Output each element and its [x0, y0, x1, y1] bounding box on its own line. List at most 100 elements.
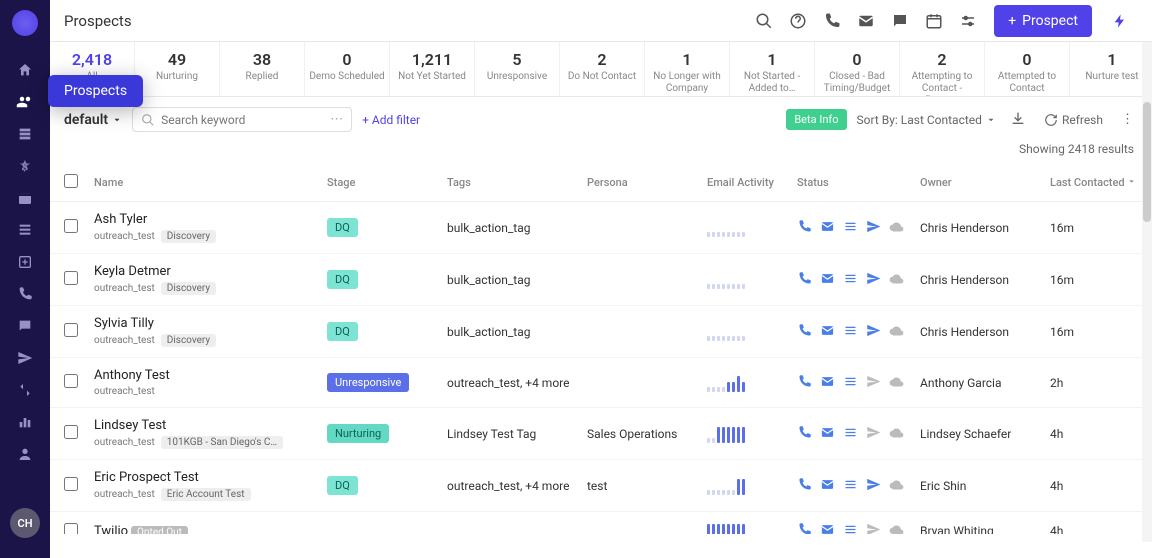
row-checkbox[interactable]: [64, 523, 78, 535]
row-checkbox[interactable]: [64, 425, 78, 439]
phone-icon[interactable]: [797, 219, 812, 237]
logo[interactable]: [12, 10, 38, 36]
refresh-button[interactable]: Refresh: [1040, 113, 1107, 127]
user-avatar[interactable]: CH: [10, 508, 40, 538]
table-row[interactable]: Lindsey Testoutreach_test101KGB - San Di…: [50, 408, 1152, 460]
col-tags[interactable]: Tags: [439, 164, 579, 202]
cloud-icon[interactable]: [889, 522, 904, 534]
send-icon[interactable]: [866, 374, 881, 392]
stat-cell[interactable]: 2Do Not Contact: [560, 42, 645, 96]
mail-icon[interactable]: [850, 5, 882, 37]
sequence-icon[interactable]: [843, 425, 858, 443]
calendar-icon[interactable]: [918, 5, 950, 37]
stat-cell[interactable]: 0Closed - Bad Timing/Budget: [815, 42, 900, 96]
sequence-icon[interactable]: [843, 374, 858, 392]
col-email[interactable]: Email Activity: [699, 164, 789, 202]
row-checkbox[interactable]: [64, 323, 78, 337]
nav-user[interactable]: [0, 438, 50, 470]
table-row[interactable]: Sylvia Tillyoutreach_testDiscoveryDQbulk…: [50, 306, 1152, 358]
mail-icon[interactable]: [820, 271, 835, 289]
stat-cell[interactable]: 1Nurture test: [1070, 42, 1152, 96]
col-stage[interactable]: Stage: [319, 164, 439, 202]
nav-opportunities[interactable]: $: [0, 150, 50, 182]
send-icon[interactable]: [866, 522, 881, 534]
nav-reports[interactable]: [0, 406, 50, 438]
scrollbar[interactable]: [1142, 42, 1152, 542]
send-icon[interactable]: [866, 219, 881, 237]
cloud-icon[interactable]: [889, 323, 904, 341]
stat-cell[interactable]: 1No Longer with Company: [645, 42, 730, 96]
nav-send[interactable]: [0, 342, 50, 374]
col-name[interactable]: Name: [86, 164, 319, 202]
select-all-checkbox[interactable]: [64, 174, 78, 188]
stat-cell[interactable]: 38Replied: [220, 42, 305, 96]
stat-cell[interactable]: 1Not Started - Added to…: [730, 42, 815, 96]
phone-icon[interactable]: [797, 425, 812, 443]
phone-icon[interactable]: [797, 522, 812, 534]
sequence-icon[interactable]: [843, 219, 858, 237]
mail-icon[interactable]: [820, 374, 835, 392]
mail-icon[interactable]: [820, 425, 835, 443]
cloud-icon[interactable]: [889, 425, 904, 443]
nav-prospects[interactable]: [0, 86, 50, 118]
phone-icon[interactable]: [797, 374, 812, 392]
nav-templates[interactable]: [0, 246, 50, 278]
mail-icon[interactable]: [820, 219, 835, 237]
add-filter-button[interactable]: + Add filter: [362, 113, 420, 127]
cloud-icon[interactable]: [889, 271, 904, 289]
cloud-icon[interactable]: [889, 374, 904, 392]
sort-selector[interactable]: Sort By: Last Contacted: [857, 113, 996, 127]
search-input[interactable]: [161, 113, 324, 127]
chat-icon[interactable]: [884, 5, 916, 37]
stat-cell[interactable]: 0Attempted to Contact: [985, 42, 1070, 96]
sequence-icon[interactable]: [843, 271, 858, 289]
download-icon[interactable]: [1006, 110, 1030, 130]
nav-snippets[interactable]: [0, 374, 50, 406]
stat-cell[interactable]: 2Attempting to Contact - Bounce: [900, 42, 985, 96]
phone-icon[interactable]: [816, 5, 848, 37]
table-row[interactable]: Keyla Detmeroutreach_testDiscoveryDQbulk…: [50, 254, 1152, 306]
col-persona[interactable]: Persona: [579, 164, 699, 202]
col-owner[interactable]: Owner: [912, 164, 1042, 202]
table-row[interactable]: Eric Prospect Testoutreach_testEric Acco…: [50, 460, 1152, 512]
ellipsis-icon[interactable]: ⋯: [330, 112, 343, 127]
sequence-icon[interactable]: [843, 522, 858, 534]
mail-icon[interactable]: [820, 323, 835, 341]
table-row[interactable]: Ash Tyleroutreach_testDiscoveryDQbulk_ac…: [50, 202, 1152, 254]
search-icon[interactable]: [748, 5, 780, 37]
phone-icon[interactable]: [797, 477, 812, 495]
phone-icon[interactable]: [797, 271, 812, 289]
scrollbar-thumb[interactable]: [1143, 102, 1151, 222]
col-status[interactable]: Status: [789, 164, 912, 202]
nav-calendar[interactable]: [0, 182, 50, 214]
view-selector[interactable]: default: [64, 112, 122, 128]
col-last[interactable]: Last Contacted: [1042, 164, 1152, 202]
stat-cell[interactable]: 1,211Not Yet Started: [390, 42, 475, 96]
help-icon[interactable]: [782, 5, 814, 37]
bolt-icon[interactable]: [1102, 3, 1138, 39]
send-icon[interactable]: [866, 271, 881, 289]
cloud-icon[interactable]: [889, 477, 904, 495]
nav-chat[interactable]: [0, 310, 50, 342]
row-checkbox[interactable]: [64, 477, 78, 491]
beta-badge[interactable]: Beta Info: [786, 109, 846, 130]
mail-icon[interactable]: [820, 477, 835, 495]
row-checkbox[interactable]: [64, 271, 78, 285]
settings-icon[interactable]: [952, 5, 984, 37]
phone-icon[interactable]: [797, 323, 812, 341]
row-checkbox[interactable]: [64, 219, 78, 233]
stat-cell[interactable]: 0Demo Scheduled: [305, 42, 390, 96]
send-icon[interactable]: [866, 477, 881, 495]
nav-accounts[interactable]: [0, 118, 50, 150]
cloud-icon[interactable]: [889, 219, 904, 237]
send-icon[interactable]: [866, 323, 881, 341]
mail-icon[interactable]: [820, 522, 835, 534]
add-prospect-button[interactable]: +Prospect: [994, 5, 1092, 37]
sequence-icon[interactable]: [843, 323, 858, 341]
table-row[interactable]: Twilio Opted OutBryan Whiting4h: [50, 512, 1152, 535]
table-row[interactable]: Anthony Testoutreach_testUnresponsiveout…: [50, 358, 1152, 408]
nav-calls[interactable]: [0, 278, 50, 310]
stat-cell[interactable]: 5Unresponsive: [475, 42, 560, 96]
more-icon[interactable]: ⋮: [1117, 112, 1138, 127]
nav-home[interactable]: [0, 54, 50, 86]
